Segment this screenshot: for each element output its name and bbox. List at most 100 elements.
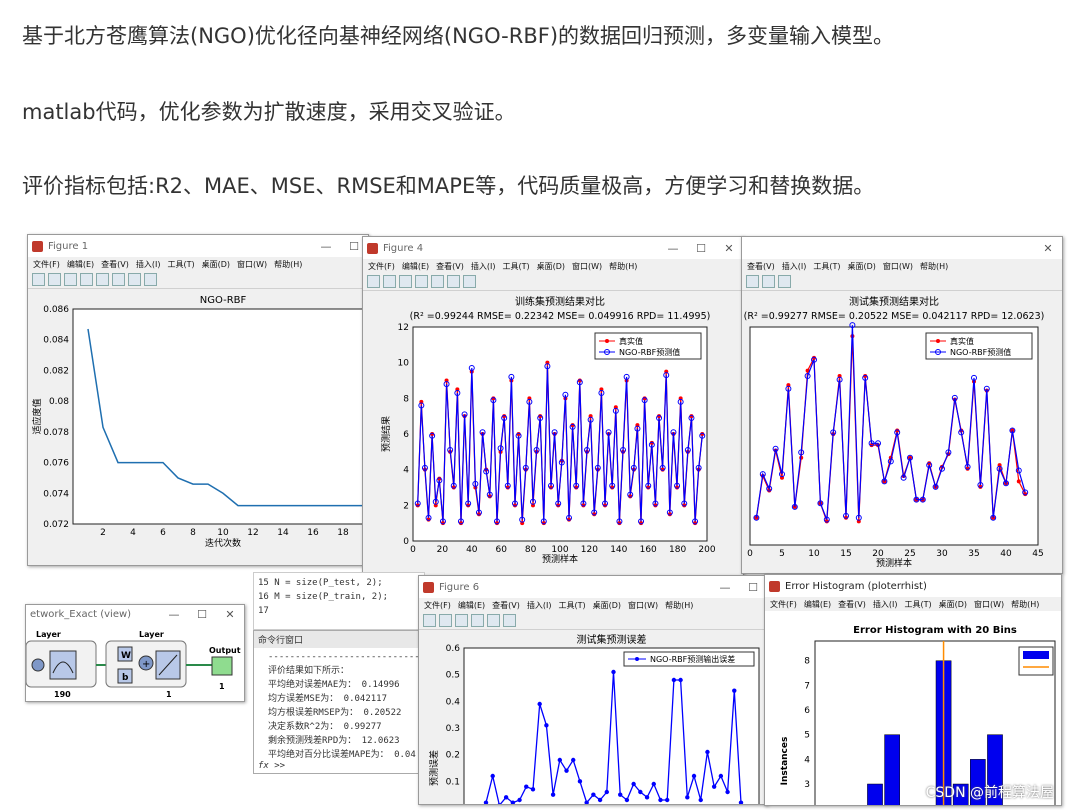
menu-window[interactable]: 窗口(W) bbox=[572, 261, 602, 272]
link-icon[interactable] bbox=[431, 275, 444, 288]
pointer-icon[interactable] bbox=[503, 614, 516, 627]
pointer-icon[interactable] bbox=[778, 275, 791, 288]
open-icon[interactable] bbox=[48, 273, 61, 286]
chart-subtitle: (R² =0.99277 RMSE= 0.20522 MSE= 0.042117… bbox=[744, 311, 1045, 322]
menu-view[interactable]: 查看(V) bbox=[838, 599, 866, 610]
open-icon[interactable] bbox=[383, 275, 396, 288]
save-icon[interactable] bbox=[399, 275, 412, 288]
editor-line[interactable]: 15 N = size(P_test, 2); bbox=[258, 576, 420, 590]
menu-tools[interactable]: 工具(T) bbox=[558, 600, 585, 611]
menu-desktop[interactable]: 桌面(D) bbox=[847, 261, 875, 272]
weight-label: W bbox=[121, 651, 131, 661]
menu-tools[interactable]: 工具(T) bbox=[502, 261, 529, 272]
y-tick-label: 0.5 bbox=[446, 671, 460, 681]
true-value-point bbox=[1016, 479, 1021, 484]
y-tick-label: 12 bbox=[398, 323, 409, 333]
error-point bbox=[691, 773, 697, 779]
close-button[interactable]: ✕ bbox=[715, 242, 743, 255]
menu-view[interactable]: 查看(V) bbox=[492, 600, 520, 611]
colorbar-icon[interactable] bbox=[447, 275, 460, 288]
y-tick-label: 0 bbox=[403, 537, 409, 547]
command-prompt[interactable]: fx >> bbox=[258, 761, 285, 771]
menu-insert[interactable]: 插入(I) bbox=[471, 261, 496, 272]
maximize-button[interactable]: ☐ bbox=[687, 242, 715, 255]
maximize-button[interactable]: ☐ bbox=[739, 581, 767, 594]
menu-window[interactable]: 窗口(W) bbox=[883, 261, 913, 272]
close-button[interactable]: ✕ bbox=[1034, 242, 1062, 255]
menu-file[interactable]: 文件(F) bbox=[770, 599, 797, 610]
chart-title: 测试集预测结果对比 bbox=[849, 295, 939, 308]
figure5-titlebar[interactable]: ✕ bbox=[742, 237, 1062, 259]
nn-titlebar[interactable]: etwork_Exact (view) — ☐ ✕ bbox=[26, 605, 244, 623]
menu-tools[interactable]: 工具(T) bbox=[904, 599, 931, 610]
menu-edit[interactable]: 编辑(E) bbox=[804, 599, 831, 610]
figure6-titlebar[interactable]: Figure 6 — ☐ bbox=[419, 576, 767, 598]
menu-desktop[interactable]: 桌面(D) bbox=[202, 259, 230, 270]
colorbar-icon[interactable] bbox=[112, 273, 125, 286]
x-tick-label: 16 bbox=[307, 528, 319, 538]
editor-line[interactable]: 17 bbox=[258, 604, 420, 618]
menu-help[interactable]: 帮助(H) bbox=[920, 261, 948, 272]
menu-file[interactable]: 文件(F) bbox=[33, 259, 60, 270]
error-point bbox=[638, 789, 643, 795]
menu-file[interactable]: 文件(F) bbox=[424, 600, 451, 611]
save-icon[interactable] bbox=[64, 273, 77, 286]
new-figure-icon[interactable] bbox=[367, 275, 380, 288]
minimize-button[interactable]: — bbox=[160, 608, 188, 621]
menu-view[interactable]: 查看(V) bbox=[436, 261, 464, 272]
histogram-titlebar[interactable]: Error Histogram (ploterrhist) bbox=[765, 575, 1061, 597]
minimize-button[interactable]: — bbox=[659, 242, 687, 255]
property-editor-icon[interactable] bbox=[144, 273, 157, 286]
minimize-button[interactable]: — bbox=[312, 240, 340, 253]
menu-file[interactable]: 文件(F) bbox=[368, 261, 395, 272]
save-icon[interactable] bbox=[455, 614, 468, 627]
menu-desktop[interactable]: 桌面(D) bbox=[537, 261, 565, 272]
menu-view[interactable]: 查看(V) bbox=[101, 259, 129, 270]
menu-window[interactable]: 窗口(W) bbox=[628, 600, 658, 611]
colorbar-icon[interactable] bbox=[762, 275, 775, 288]
close-button[interactable]: ✕ bbox=[216, 608, 244, 621]
error-point bbox=[611, 669, 616, 675]
menu-insert[interactable]: 插入(I) bbox=[527, 600, 552, 611]
error-point bbox=[604, 789, 609, 795]
layer1-label: Layer bbox=[36, 630, 61, 639]
chart-title: Error Histogram with 20 Bins bbox=[853, 625, 1017, 636]
menu-tools[interactable]: 工具(T) bbox=[167, 259, 194, 270]
editor-line[interactable]: 16 M = size(P_train, 2); bbox=[258, 590, 420, 604]
layer2-label: Layer bbox=[139, 630, 164, 639]
figure1-titlebar[interactable]: Figure 1 — ☐ bbox=[28, 235, 368, 257]
menu-help[interactable]: 帮助(H) bbox=[665, 600, 693, 611]
open-icon[interactable] bbox=[439, 614, 452, 627]
y-tick-label: 0.086 bbox=[43, 305, 69, 315]
menu-insert[interactable]: 插入(I) bbox=[873, 599, 898, 610]
menu-desktop[interactable]: 桌面(D) bbox=[939, 599, 967, 610]
menu-help[interactable]: 帮助(H) bbox=[274, 259, 302, 270]
print-icon[interactable] bbox=[746, 275, 759, 288]
minimize-button[interactable]: — bbox=[711, 581, 739, 594]
menu-window[interactable]: 窗口(W) bbox=[237, 259, 267, 270]
maximize-button[interactable]: ☐ bbox=[188, 608, 216, 621]
new-figure-icon[interactable] bbox=[423, 614, 436, 627]
error-point bbox=[503, 795, 509, 800]
menu-help[interactable]: 帮助(H) bbox=[609, 261, 637, 272]
link-icon[interactable] bbox=[96, 273, 109, 286]
menu-window[interactable]: 窗口(W) bbox=[974, 599, 1004, 610]
menu-tools[interactable]: 工具(T) bbox=[813, 261, 840, 272]
print-icon[interactable] bbox=[471, 614, 484, 627]
menu-edit[interactable]: 编辑(E) bbox=[67, 259, 94, 270]
colorbar-icon[interactable] bbox=[487, 614, 500, 627]
print-icon[interactable] bbox=[80, 273, 93, 286]
print-icon[interactable] bbox=[415, 275, 428, 288]
figure4-titlebar[interactable]: Figure 4 — ☐ ✕ bbox=[363, 237, 743, 259]
pointer-icon[interactable] bbox=[463, 275, 476, 288]
menu-view[interactable]: 查看(V) bbox=[747, 261, 775, 272]
menu-edit[interactable]: 编辑(E) bbox=[402, 261, 429, 272]
figure4-chart: 训练集预测结果对比 (R² =0.99244 RMSE= 0.22342 MSE=… bbox=[380, 295, 716, 565]
menu-help[interactable]: 帮助(H) bbox=[1011, 599, 1039, 610]
menu-edit[interactable]: 编辑(E) bbox=[458, 600, 485, 611]
menu-desktop[interactable]: 桌面(D) bbox=[593, 600, 621, 611]
new-figure-icon[interactable] bbox=[32, 273, 45, 286]
pointer-icon[interactable] bbox=[128, 273, 141, 286]
menu-insert[interactable]: 插入(I) bbox=[782, 261, 807, 272]
menu-insert[interactable]: 插入(I) bbox=[136, 259, 161, 270]
